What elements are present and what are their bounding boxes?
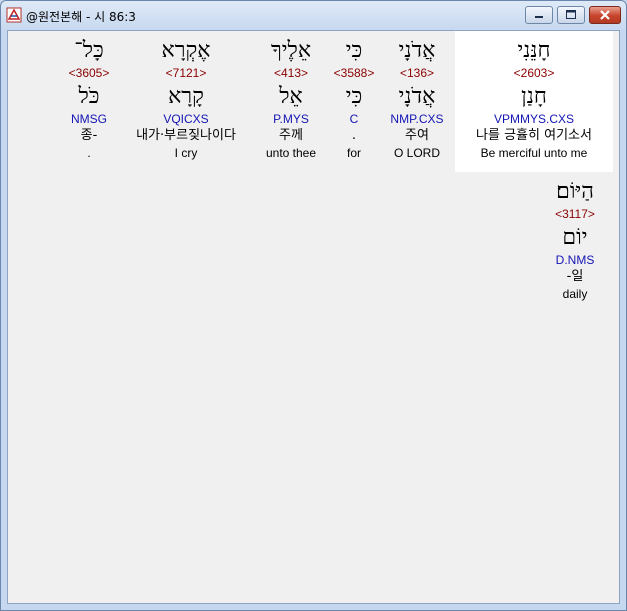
strong-number[interactable]: <7121> — [120, 65, 252, 81]
word-block[interactable]: אֵלֶיךָ <413> אֵל P.MYS 주께 unto thee — [255, 37, 327, 161]
morphology-code[interactable]: NMSG — [58, 111, 120, 127]
hebrew-word: אֵלֶיךָ — [270, 38, 312, 63]
hebrew-word: הַיּוֹם׃ — [556, 179, 594, 204]
english-gloss: O LORD — [393, 146, 440, 160]
word-block[interactable]: אֶקְרָא <7121> קָרָא VQICXS 내가·부르짖나이다 I … — [120, 37, 252, 161]
word-block[interactable]: הַיּוֹם׃ <3117> יוֹם D.NMS -일 daily — [535, 178, 615, 302]
strong-number[interactable]: <3117> — [535, 206, 615, 222]
korean-gloss: -일 — [566, 269, 584, 284]
english-gloss: I cry — [174, 146, 198, 160]
title-bar[interactable]: @원전본해 - 시 86:3 — [1, 1, 626, 29]
word-block[interactable]: כָּל־ <3605> כֹּל NMSG 종- . — [58, 37, 120, 161]
minimize-icon — [535, 16, 543, 18]
word-block[interactable]: אֲדֹנָי <136> אֲדֹנָי NMP.CXS 주여 O LORD — [380, 37, 454, 161]
hebrew-word: אֶקְרָא — [161, 38, 211, 63]
strong-number[interactable]: <2603> — [455, 65, 613, 81]
minimize-button[interactable] — [525, 6, 553, 24]
morphology-code[interactable]: C — [328, 111, 380, 127]
maximize-button[interactable] — [557, 6, 585, 24]
hebrew-word: כָּל־ — [74, 38, 104, 63]
korean-gloss: 내가·부르짖나이다 — [136, 128, 236, 143]
strong-number[interactable]: <3588> — [328, 65, 380, 81]
hebrew-word: כִּי — [345, 38, 363, 63]
hebrew-root: כִּי — [345, 84, 363, 109]
hebrew-root: קָרָא — [168, 84, 204, 109]
morphology-code[interactable]: D.NMS — [535, 252, 615, 268]
korean-gloss: . — [351, 128, 357, 143]
english-gloss: . — [87, 146, 91, 160]
english-gloss: Be merciful unto me — [480, 146, 588, 160]
close-button[interactable] — [589, 6, 621, 24]
morphology-code[interactable]: VPMMYS.CXS — [455, 111, 613, 127]
korean-gloss: 주께 — [279, 128, 303, 143]
hebrew-word: אֲדֹנָי — [398, 38, 436, 63]
window-title: @원전본해 - 시 86:3 — [26, 10, 136, 24]
maximize-icon — [566, 10, 576, 19]
hebrew-root: חָנַן — [521, 84, 547, 109]
hebrew-word: חָנֵּנִי — [517, 38, 551, 63]
hebrew-root: יוֹם — [562, 225, 588, 250]
english-gloss: unto thee — [265, 146, 317, 160]
strong-number[interactable]: <413> — [255, 65, 327, 81]
english-gloss: daily — [562, 287, 588, 301]
korean-gloss: 나를 긍휼히 여기소서 — [476, 128, 592, 143]
word-block[interactable]: כִּי <3588> כִּי C . for — [328, 37, 380, 161]
verse-panel: חָנֵּנִי <2603> חָנַן VPMMYS.CXS 나를 긍휼히 … — [7, 30, 620, 604]
hebrew-root: אֲדֹנָי — [398, 84, 436, 109]
korean-gloss: 종- — [80, 128, 98, 143]
morphology-code[interactable]: P.MYS — [255, 111, 327, 127]
app-window: @원전본해 - 시 86:3 חָנֵּנִי <2603> חָנַן VPM… — [0, 0, 627, 611]
word-block[interactable]: חָנֵּנִי <2603> חָנַן VPMMYS.CXS 나를 긍휼히 … — [455, 37, 613, 161]
close-icon — [600, 10, 610, 20]
strong-number[interactable]: <3605> — [58, 65, 120, 81]
english-gloss: for — [346, 146, 361, 160]
hebrew-root: כֹּל — [78, 84, 100, 109]
strong-number[interactable]: <136> — [380, 65, 454, 81]
app-logo-icon — [6, 7, 22, 23]
hebrew-root: אֵל — [279, 84, 303, 109]
morphology-code[interactable]: VQICXS — [120, 111, 252, 127]
korean-gloss: 주여 — [405, 128, 429, 143]
morphology-code[interactable]: NMP.CXS — [380, 111, 454, 127]
